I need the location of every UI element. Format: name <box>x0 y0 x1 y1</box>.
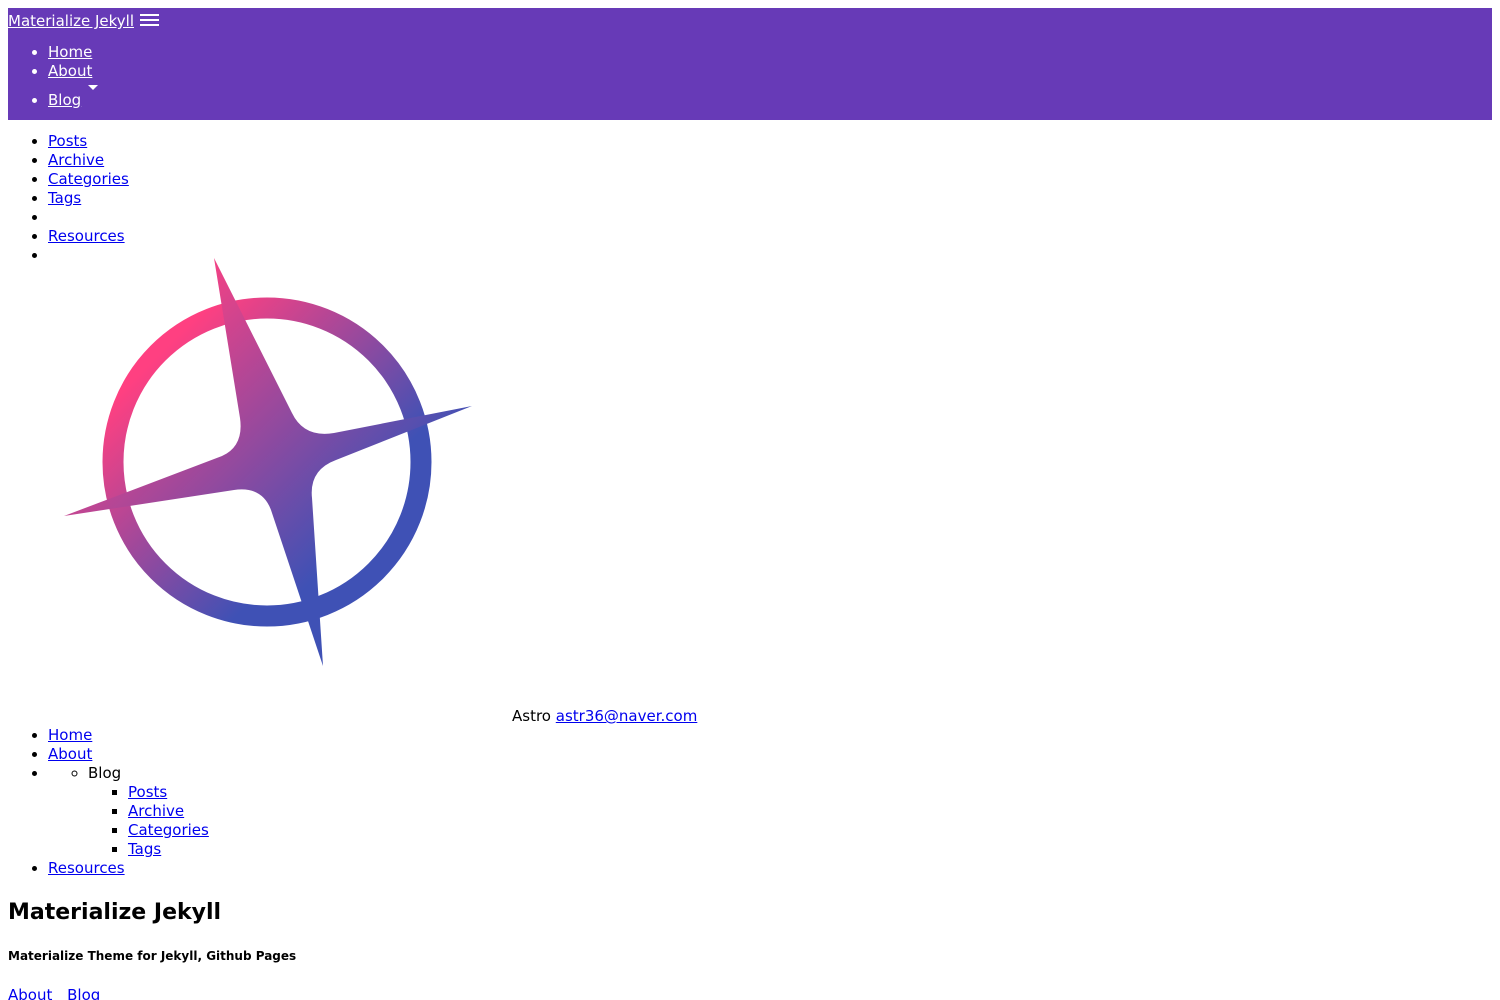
user-name: Astro <box>512 707 551 725</box>
sidenav-link-home[interactable]: Home <box>48 726 92 744</box>
sidenav: Astro astr36@naver.com Home About Blog P… <box>8 246 1492 878</box>
sidenav-item-about: About <box>48 745 1492 764</box>
dropdown-link-posts[interactable]: Posts <box>48 132 87 150</box>
header-link-about[interactable]: About <box>8 986 52 1000</box>
nav-link-about[interactable]: About <box>48 62 92 80</box>
sidenav-blog-label: Blog <box>88 764 122 782</box>
sidenav-link-resources[interactable]: Resources <box>48 859 125 877</box>
brand-row: Materialize Jekyll <box>8 8 1492 38</box>
dropdown-link-resources[interactable]: Resources <box>48 227 125 245</box>
blog-dropdown: Posts Archive Categories Tags Resources <box>8 132 1492 246</box>
sidenav-sub-link-categories[interactable]: Categories <box>128 821 209 839</box>
dropdown-item-categories: Categories <box>48 170 1492 189</box>
dropdown-link-categories[interactable]: Categories <box>48 170 129 188</box>
dropdown-divider <box>48 208 1492 227</box>
sidenav-sub-item-categories: Categories <box>128 821 1492 840</box>
sidenav-user-info: Astro astr36@naver.com <box>512 707 697 726</box>
dropdown-link-tags[interactable]: Tags <box>48 189 81 207</box>
sidenav-sub-link-archive[interactable]: Archive <box>128 802 184 820</box>
astro-compass-star-logo <box>64 258 504 706</box>
sidenav-item-home: Home <box>48 726 1492 745</box>
sidenav-item-blog: Blog Posts Archive Categories Tags <box>48 764 1492 859</box>
nav-link-blog[interactable]: Blog <box>48 91 81 109</box>
user-email-link[interactable]: astr36@naver.com <box>556 707 698 725</box>
caret-down-icon[interactable] <box>88 85 99 90</box>
brand-link[interactable]: Materialize Jekyll <box>8 12 134 31</box>
page-subtitle: Materialize Theme for Jekyll, Github Pag… <box>8 949 297 963</box>
nav-item-about: About <box>48 62 1492 81</box>
sidenav-link-about[interactable]: About <box>48 745 92 763</box>
sidenav-blog-sublist: Posts Archive Categories Tags <box>88 783 1492 859</box>
hamburger-menu-icon[interactable] <box>140 14 159 28</box>
dropdown-item-resources: Resources <box>48 227 1492 246</box>
page: Materialize Jekyll Home About Blog Posts… <box>8 8 1492 1000</box>
dropdown-item-posts: Posts <box>48 132 1492 151</box>
sidenav-sub-link-tags[interactable]: Tags <box>128 840 161 858</box>
top-navbar: Materialize Jekyll Home About Blog <box>8 8 1492 120</box>
nav-menu: Home About Blog <box>8 43 1492 110</box>
sidenav-sub-item-tags: Tags <box>128 840 1492 859</box>
sidenav-sub-link-posts[interactable]: Posts <box>128 783 167 801</box>
sidenav-item-resources: Resources <box>48 859 1492 878</box>
sidenav-sub-item-posts: Posts <box>128 783 1492 802</box>
sidenav-blog-header[interactable]: Blog Posts Archive Categories Tags <box>88 764 1492 859</box>
sidenav-sub-item-archive: Archive <box>128 802 1492 821</box>
dropdown-item-tags: Tags <box>48 189 1492 208</box>
dropdown-item-archive: Archive <box>48 151 1492 170</box>
sidenav-blog-group: Blog Posts Archive Categories Tags <box>48 764 1492 859</box>
page-title: Materialize Jekyll <box>8 900 222 925</box>
header-link-blog[interactable]: Blog <box>67 986 100 1000</box>
dropdown-link-archive[interactable]: Archive <box>48 151 104 169</box>
nav-item-home: Home <box>48 43 1492 62</box>
header-links: About Blog <box>8 986 1492 1000</box>
nav-item-blog: Blog <box>48 85 1492 110</box>
nav-link-home[interactable]: Home <box>48 43 92 61</box>
sidenav-user-view: Astro astr36@naver.com <box>48 246 1492 726</box>
